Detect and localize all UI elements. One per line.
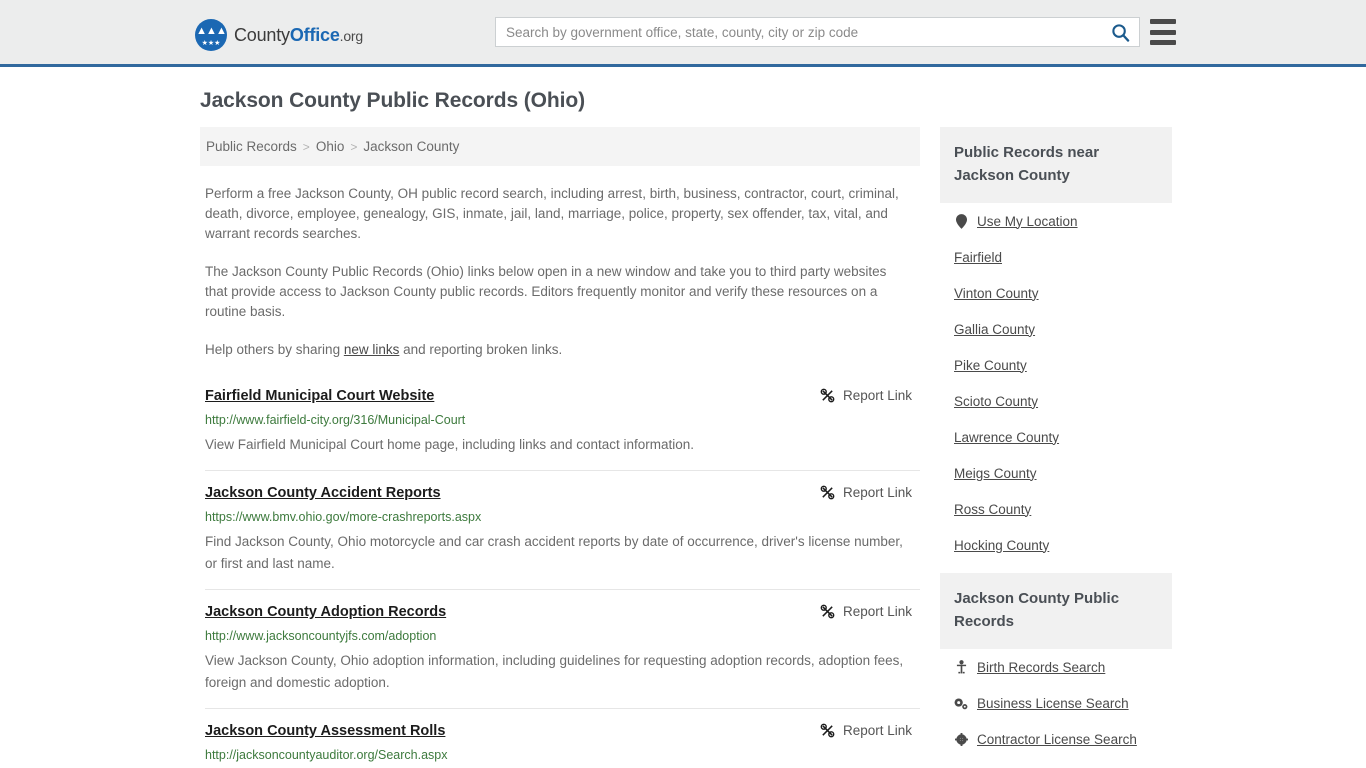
sidebar-item-court-records-search[interactable]: Court Records Search bbox=[940, 757, 1172, 768]
breadcrumb-item-ohio[interactable]: Ohio bbox=[316, 139, 345, 154]
result-url: http://jacksoncountyauditor.org/Search.a… bbox=[205, 748, 448, 762]
sidebar-link-label[interactable]: Ross County bbox=[954, 502, 1031, 517]
report-link-button[interactable]: Report Link bbox=[820, 604, 920, 619]
intro-paragraph-2: The Jackson County Public Records (Ohio)… bbox=[205, 264, 887, 319]
logo-county: County bbox=[234, 24, 290, 45]
page-body: Jackson County Public Records (Ohio) Pub… bbox=[0, 67, 1366, 768]
result-description: View Fairfield Municipal Court home page… bbox=[205, 437, 695, 452]
search-button[interactable] bbox=[1109, 21, 1131, 43]
results-list: Fairfield Municipal Court Website Report… bbox=[200, 382, 920, 768]
report-link-label: Report Link bbox=[842, 388, 912, 403]
main-column: Public Records > Ohio > Jackson County P… bbox=[200, 127, 920, 768]
sidebar-link-label[interactable]: Contractor License Search bbox=[977, 732, 1137, 747]
sidebar-item-fairfield[interactable]: Fairfield bbox=[940, 239, 1172, 275]
sidebar-item-gallia-county[interactable]: Gallia County bbox=[940, 311, 1172, 347]
new-links-link[interactable]: new links bbox=[344, 342, 400, 357]
result-title-link[interactable]: Jackson County Adoption Records bbox=[205, 604, 446, 620]
intro-help-line: Help others by sharing new links and rep… bbox=[205, 340, 912, 360]
hamburger-menu-icon[interactable] bbox=[1150, 19, 1176, 45]
breadcrumb-item-jackson-county: Jackson County bbox=[363, 139, 460, 154]
breadcrumb-separator: > bbox=[302, 139, 310, 154]
gear-icon bbox=[954, 732, 968, 746]
result-item: Jackson County Assessment Rolls Report L… bbox=[205, 708, 920, 768]
result-title-link[interactable]: Jackson County Accident Reports bbox=[205, 485, 441, 501]
sidebar-item-pike-county[interactable]: Pike County bbox=[940, 347, 1172, 383]
sidebar-link-label[interactable]: Hocking County bbox=[954, 538, 1049, 553]
help-prefix: Help others by sharing bbox=[205, 342, 344, 357]
search-bar[interactable] bbox=[495, 17, 1140, 47]
site-logo-text: CountyOffice.org bbox=[234, 25, 363, 46]
sidebar-link-label[interactable]: Gallia County bbox=[954, 322, 1035, 337]
result-item: Jackson County Adoption Records Report L… bbox=[205, 589, 920, 708]
intro-copy: Perform a free Jackson County, OH public… bbox=[200, 184, 920, 360]
sidebar: Public Records near Jackson County Use M… bbox=[940, 127, 1172, 768]
report-link-label: Report Link bbox=[842, 485, 912, 500]
result-url: http://www.fairfield-city.org/316/Munici… bbox=[205, 413, 466, 427]
content-columns: Public Records > Ohio > Jackson County P… bbox=[0, 127, 1366, 768]
result-header: Jackson County Adoption Records Report L… bbox=[205, 604, 920, 620]
report-link-button[interactable]: Report Link bbox=[820, 485, 920, 500]
site-logo[interactable]: ▲▲▲ ★★★ CountyOffice.org bbox=[195, 19, 363, 51]
site-header: ▲▲▲ ★★★ CountyOffice.org bbox=[0, 0, 1366, 67]
broken-link-icon bbox=[820, 485, 835, 500]
logo-org: .org bbox=[339, 27, 364, 44]
sidebar-link-label[interactable]: Meigs County bbox=[954, 466, 1037, 481]
result-description: Find Jackson County, Ohio motorcycle and… bbox=[205, 534, 903, 571]
baby-icon bbox=[954, 660, 968, 674]
result-url: http://www.jacksoncountyjfs.com/adoption bbox=[205, 629, 437, 643]
result-title-link[interactable]: Fairfield Municipal Court Website bbox=[205, 388, 434, 404]
sidebar-link-label[interactable]: Fairfield bbox=[954, 250, 1002, 265]
sidebar-records-heading: Jackson County Public Records bbox=[940, 573, 1172, 649]
sidebar-item-lawrence-county[interactable]: Lawrence County bbox=[940, 419, 1172, 455]
result-description: View Jackson County, Ohio adoption infor… bbox=[205, 653, 904, 690]
sidebar-nearby-list: Use My Location Fairfield Vinton County … bbox=[940, 203, 1172, 563]
breadcrumb-item-public-records[interactable]: Public Records bbox=[206, 139, 297, 154]
search-icon bbox=[1111, 23, 1129, 42]
result-header: Fairfield Municipal Court Website Report… bbox=[205, 388, 920, 404]
report-link-button[interactable]: Report Link bbox=[820, 388, 920, 403]
breadcrumb: Public Records > Ohio > Jackson County bbox=[200, 127, 920, 166]
sidebar-item-contractor-license-search[interactable]: Contractor License Search bbox=[940, 721, 1172, 757]
report-link-label: Report Link bbox=[842, 604, 912, 619]
eagle-seal-icon: ▲▲▲ ★★★ bbox=[195, 19, 227, 51]
sidebar-link-label[interactable]: Lawrence County bbox=[954, 430, 1059, 445]
sidebar-link-label[interactable]: Business License Search bbox=[977, 696, 1129, 711]
sidebar-item-ross-county[interactable]: Ross County bbox=[940, 491, 1172, 527]
result-header: Jackson County Accident Reports Report L… bbox=[205, 485, 920, 501]
sidebar-item-hocking-county[interactable]: Hocking County bbox=[940, 527, 1172, 563]
page-title: Jackson County Public Records (Ohio) bbox=[200, 89, 585, 112]
result-header: Jackson County Assessment Rolls Report L… bbox=[205, 723, 920, 739]
result-item: Fairfield Municipal Court Website Report… bbox=[205, 382, 920, 470]
report-link-button[interactable]: Report Link bbox=[820, 723, 920, 738]
sidebar-link-label[interactable]: Birth Records Search bbox=[977, 660, 1105, 675]
logo-office: Office bbox=[289, 24, 340, 45]
intro-paragraph-1: Perform a free Jackson County, OH public… bbox=[205, 186, 899, 241]
sidebar-link-label[interactable]: Pike County bbox=[954, 358, 1027, 373]
sidebar-item-use-my-location[interactable]: Use My Location bbox=[940, 203, 1172, 239]
sidebar-link-label[interactable]: Scioto County bbox=[954, 394, 1038, 409]
sidebar-item-business-license-search[interactable]: Business License Search bbox=[940, 685, 1172, 721]
sidebar-item-vinton-county[interactable]: Vinton County bbox=[940, 275, 1172, 311]
map-pin-icon bbox=[954, 213, 968, 229]
result-url: https://www.bmv.ohio.gov/more-crashrepor… bbox=[205, 510, 482, 524]
sidebar-link-label[interactable]: Vinton County bbox=[954, 286, 1039, 301]
sidebar-item-birth-records-search[interactable]: Birth Records Search bbox=[940, 649, 1172, 685]
broken-link-icon bbox=[820, 388, 835, 403]
cogs-icon bbox=[954, 697, 968, 710]
sidebar-records-list: Birth Records Search Business License Se… bbox=[940, 649, 1172, 768]
search-input[interactable] bbox=[506, 24, 1109, 40]
result-title-link[interactable]: Jackson County Assessment Rolls bbox=[205, 723, 445, 739]
report-link-label: Report Link bbox=[842, 723, 912, 738]
breadcrumb-separator: > bbox=[350, 139, 358, 154]
result-item: Jackson County Accident Reports Report L… bbox=[205, 470, 920, 589]
sidebar-link-label[interactable]: Use My Location bbox=[977, 214, 1078, 229]
sidebar-item-meigs-county[interactable]: Meigs County bbox=[940, 455, 1172, 491]
broken-link-icon bbox=[820, 723, 835, 738]
sidebar-nearby-heading: Public Records near Jackson County bbox=[940, 127, 1172, 203]
help-suffix: and reporting broken links. bbox=[399, 342, 563, 357]
broken-link-icon bbox=[820, 604, 835, 619]
sidebar-item-scioto-county[interactable]: Scioto County bbox=[940, 383, 1172, 419]
